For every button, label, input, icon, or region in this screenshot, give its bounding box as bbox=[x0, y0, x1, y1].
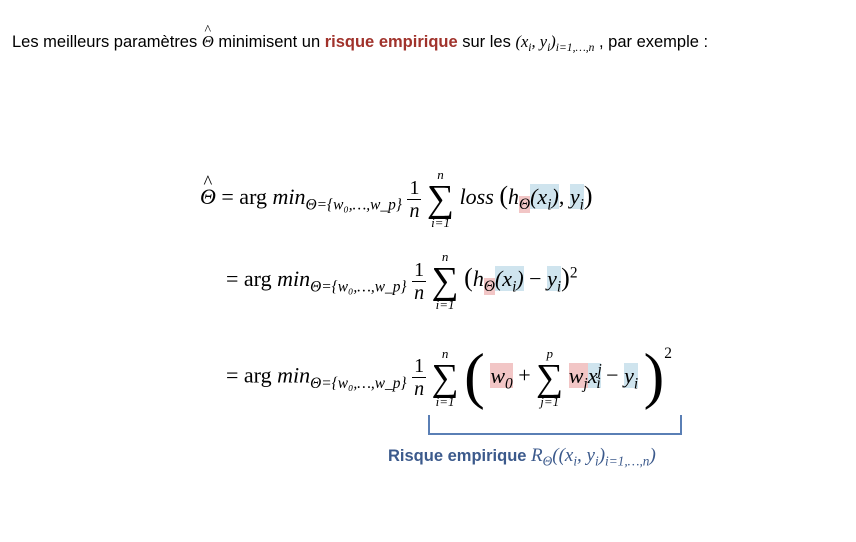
w0-highlight: w0 bbox=[490, 362, 513, 392]
sum-i-symbol: n ∑ i=1 bbox=[426, 167, 455, 230]
lhs-theta-hat: Θ bbox=[200, 184, 216, 210]
loss-function: loss bbox=[459, 184, 494, 210]
equation-line-3: = arg minΘ={w₀,…,w_p} 1n n ∑ i=1 ( w0 + p ∑… bbox=[226, 342, 672, 411]
fraction-1-over-n-2: 1n bbox=[412, 258, 427, 304]
equation-line-1: Θ = arg minΘ={w₀,…,w_p} 1n n∑i=1 loss (h… bbox=[200, 168, 593, 230]
intro-text-after: sur les bbox=[457, 33, 516, 51]
intro-text-before: Les meilleurs paramètres bbox=[12, 33, 202, 51]
intro-sentence: Les meilleurs paramètres Θ minimisent un… bbox=[12, 32, 708, 54]
min-operator-2: min bbox=[277, 266, 311, 292]
min-operator: min bbox=[272, 184, 306, 210]
theta-subscript-highlight: Θ bbox=[518, 196, 531, 214]
caption-formula: RΘ((xi, yi)i=1,…,n) bbox=[531, 445, 656, 469]
min-operator-3: min bbox=[277, 362, 311, 388]
intro-text-end: , par exemple : bbox=[594, 33, 709, 51]
fraction-1-over-n-3: 1n bbox=[412, 355, 427, 401]
x-i-highlight: (xi) bbox=[530, 184, 559, 214]
equation-line-2: = arg minΘ={w₀,…,w_p} 1n n ∑ i=1 (hΘ(xi) −… bbox=[226, 249, 578, 312]
theta-hat-symbol: Θ bbox=[202, 32, 214, 52]
y-i-highlight: yi bbox=[569, 184, 584, 214]
risk-bracket bbox=[428, 415, 682, 435]
sum-i-symbol-2: n ∑ i=1 bbox=[431, 249, 459, 312]
exponent-3: 2 bbox=[664, 345, 672, 362]
fraction-1-over-n: 1n bbox=[407, 176, 422, 222]
caption-label: Risque empirique bbox=[388, 447, 532, 465]
min-subscript: Θ={w₀,…,w_p} bbox=[305, 196, 402, 214]
xij-highlight: xji bbox=[587, 361, 602, 392]
pairs-notation: (xi, yi)i=1,…,n bbox=[515, 32, 595, 55]
risque-empirique-highlight: risque empirique bbox=[324, 33, 458, 51]
wj-highlight: wj bbox=[568, 362, 588, 392]
y-i-highlight-3: yi bbox=[624, 362, 639, 392]
min-subscript-3: Θ={w₀,…,w_p} bbox=[310, 375, 407, 392]
sum-j-symbol: p ∑ j=1 bbox=[536, 345, 564, 409]
intro-text-middle: minimisent un bbox=[213, 33, 325, 51]
exponent-2: 2 bbox=[569, 264, 578, 282]
sum-i-symbol-3: n ∑ i=1 bbox=[431, 345, 459, 409]
min-subscript-2: Θ={w₀,…,w_p} bbox=[310, 278, 407, 296]
risk-caption: Risque empirique RΘ((xi, yi)i=1,…,n) bbox=[388, 445, 656, 470]
